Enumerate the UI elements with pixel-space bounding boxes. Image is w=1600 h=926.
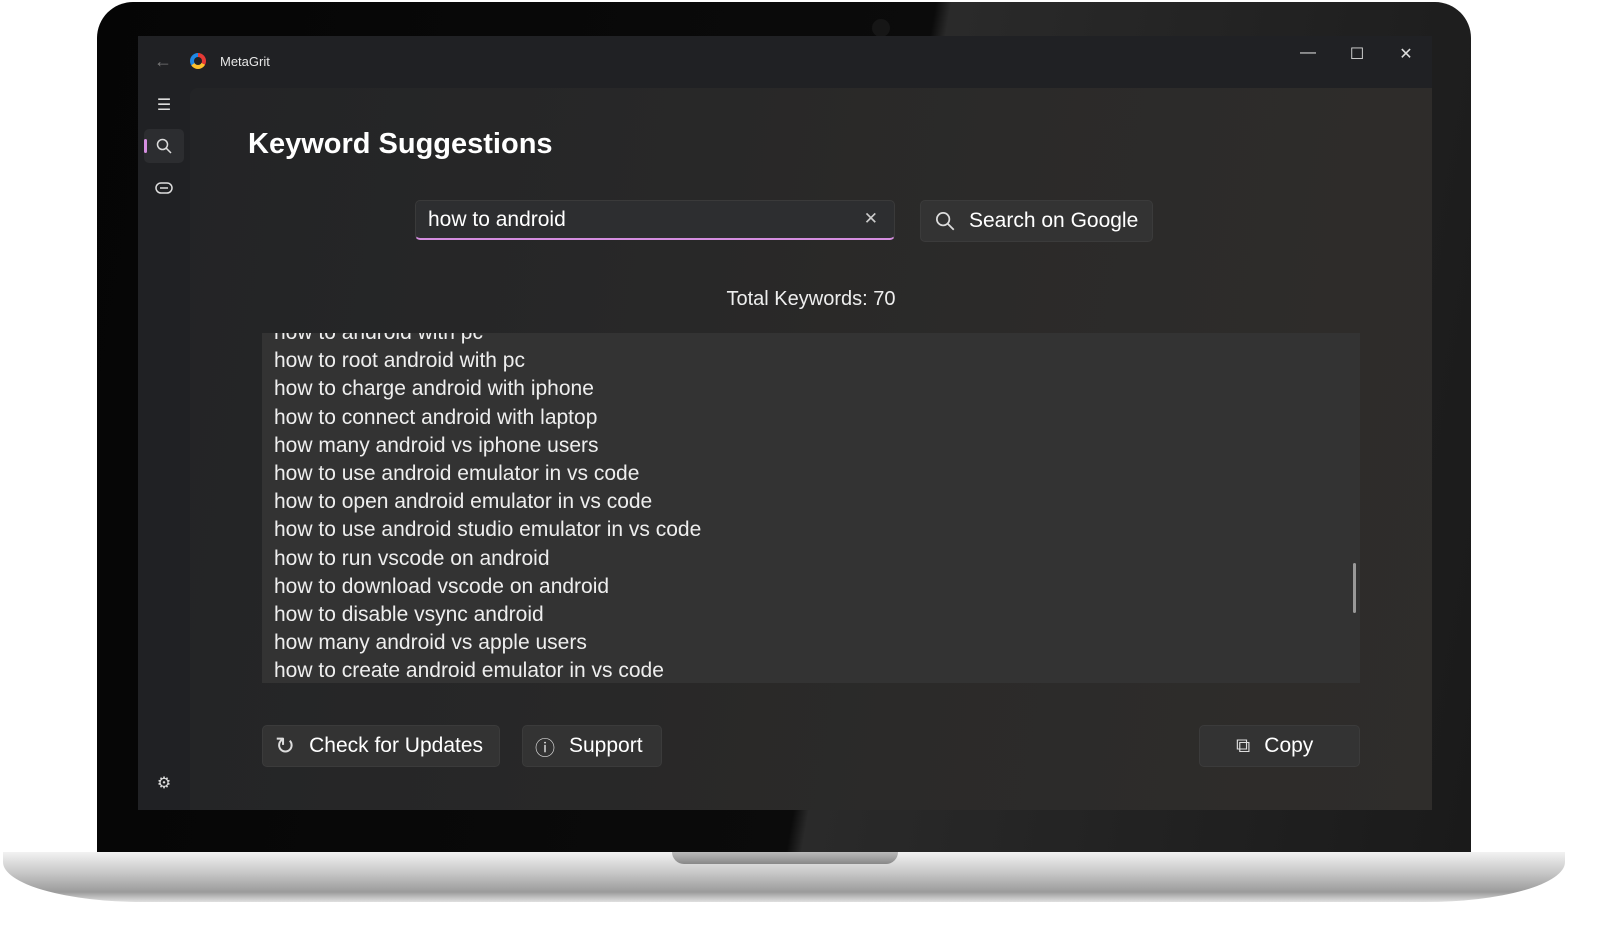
keyword-item[interactable]: how many android vs iphone users [274, 432, 701, 460]
keyword-item[interactable]: how to open android emulator in vs code [274, 488, 701, 516]
check-updates-button[interactable]: ↻ Check for Updates [262, 725, 500, 767]
settings-gear-icon[interactable]: ⚙ [144, 766, 184, 800]
main-content: Keyword Suggestions ✕ Search on Google T… [190, 88, 1432, 810]
app-title: MetaGrit [220, 54, 270, 69]
hamburger-menu-icon[interactable]: ☰ [144, 88, 184, 122]
keyword-item[interactable]: how to charge android with iphone [274, 375, 701, 403]
maximize-button[interactable]: ☐ [1342, 44, 1372, 64]
search-google-label: Search on Google [969, 209, 1139, 232]
support-button[interactable]: ⓘ Support [522, 725, 662, 767]
link-icon [155, 182, 173, 194]
copy-icon: ⧉ [1236, 734, 1251, 757]
app-logo-icon [190, 53, 206, 69]
page-title: Keyword Suggestions [248, 128, 553, 160]
keyword-item[interactable]: how to connect android with laptop [274, 404, 701, 432]
keyword-item[interactable]: how to run vscode on android [274, 545, 701, 573]
camera [872, 19, 890, 37]
info-icon: ⓘ [535, 737, 555, 760]
app-window: ← MetaGrit — ☐ ✕ ☰ ⚙ Keyword Suggestions… [138, 36, 1432, 810]
check-updates-label: Check for Updates [309, 734, 484, 757]
total-keywords: Total Keywords: 70 [726, 288, 896, 310]
search-icon [156, 138, 172, 154]
keyword-list[interactable]: how to android with pchow to root androi… [262, 333, 1360, 683]
keyword-item[interactable]: how to download vscode on android [274, 573, 701, 601]
keyword-item[interactable]: how to disable vsync android [274, 601, 701, 629]
close-button[interactable]: ✕ [1391, 44, 1421, 64]
search-field[interactable]: ✕ [415, 200, 895, 240]
back-arrow-icon[interactable]: ← [154, 51, 172, 72]
sidebar: ☰ ⚙ [138, 88, 190, 810]
keyword-item[interactable]: how to root android with pc [274, 347, 701, 375]
title-bar: ← MetaGrit — ☐ ✕ [138, 36, 1432, 88]
keyword-item[interactable]: how to android with pc [274, 333, 701, 347]
keyword-item[interactable]: how to use android emulator in vs code [274, 460, 701, 488]
copy-button[interactable]: ⧉ Copy [1199, 725, 1360, 767]
sidebar-item-link[interactable] [144, 171, 184, 205]
keyword-item[interactable]: how many android vs apple users [274, 629, 701, 657]
search-icon [936, 212, 955, 231]
search-google-button[interactable]: Search on Google [920, 200, 1153, 242]
minimize-button[interactable]: — [1293, 44, 1323, 62]
keyword-item[interactable]: how to use android studio emulator in vs… [274, 516, 701, 544]
scrollbar[interactable] [1353, 563, 1356, 613]
refresh-icon: ↻ [275, 732, 296, 760]
laptop-notch [672, 852, 898, 864]
clear-icon[interactable]: ✕ [864, 209, 878, 229]
sidebar-item-search[interactable] [144, 129, 184, 163]
keyword-item[interactable]: how to create android emulator in vs cod… [274, 657, 701, 683]
keyword-list-items: how to android with pchow to root androi… [274, 333, 701, 683]
support-label: Support [569, 734, 643, 757]
copy-label: Copy [1264, 734, 1314, 757]
search-input[interactable] [426, 207, 850, 233]
